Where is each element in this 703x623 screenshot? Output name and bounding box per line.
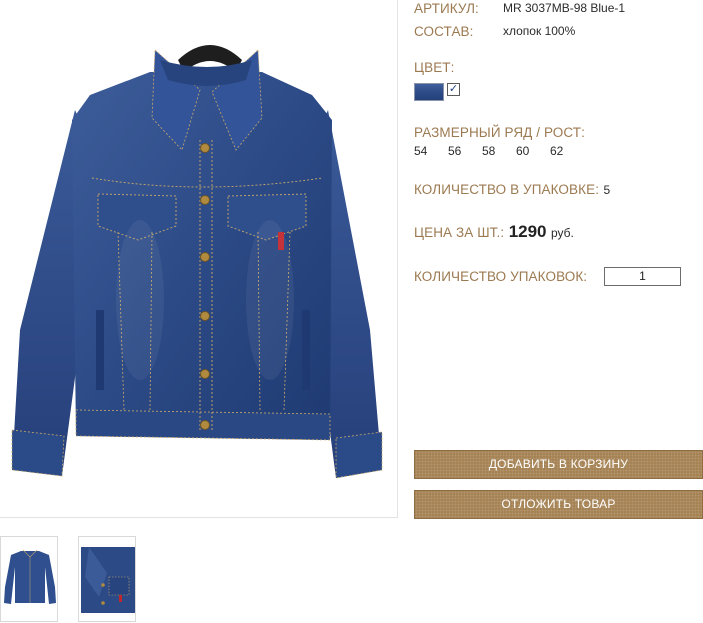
price-label: ЦЕНА ЗА ШТ.: <box>414 225 505 240</box>
price-currency: руб. <box>550 226 574 240</box>
size-item: 58 <box>482 144 496 158</box>
sizes-label-row: РАЗМЕРНЫЙ РЯД / РОСТ: <box>414 124 585 142</box>
add-to-cart-button[interactable]: ДОБАВИТЬ В КОРЗИНУ <box>414 450 703 479</box>
color-swatch-blue[interactable] <box>414 83 444 101</box>
sku-label: АРТИКУЛ: <box>414 1 479 16</box>
pack-qty-value: 5 <box>603 183 611 197</box>
color-label: ЦВЕТ: <box>414 60 455 75</box>
size-item: 62 <box>550 144 564 158</box>
thumbnail-detail[interactable] <box>78 536 136 622</box>
thumbnail-front[interactable] <box>0 536 58 622</box>
save-for-later-button[interactable]: ОТЛОЖИТЬ ТОВАР <box>414 490 703 519</box>
size-item: 54 <box>414 144 428 158</box>
packs-row: КОЛИЧЕСТВО УПАКОВОК: <box>414 268 587 286</box>
packs-label: КОЛИЧЕСТВО УПАКОВОК: <box>414 269 588 284</box>
price-row: ЦЕНА ЗА ШТ.: 1290 руб. <box>414 222 574 242</box>
color-checkbox[interactable]: ✓ <box>447 83 460 96</box>
pack-qty-label: КОЛИЧЕСТВО В УПАКОВКЕ: <box>414 182 600 197</box>
color-label-row: ЦВЕТ: <box>414 59 455 77</box>
sizes-list: 54 56 58 60 62 <box>414 144 563 158</box>
sku-row: АРТИКУЛ: MR 3037MB-98 Blue-1 <box>414 0 625 18</box>
jacket-detail-thumbnail-icon <box>81 547 135 613</box>
product-main-image[interactable] <box>0 0 398 518</box>
composition-label: СОСТАВ: <box>414 24 474 39</box>
sku-value: MR 3037MB-98 Blue-1 <box>503 1 626 15</box>
jacket-thumbnail-icon <box>4 549 56 604</box>
sizes-label: РАЗМЕРНЫЙ РЯД / РОСТ: <box>414 125 585 140</box>
packs-quantity-input[interactable]: 1 <box>604 267 681 286</box>
price-value: 1290 <box>508 222 547 241</box>
size-item: 56 <box>448 144 462 158</box>
pack-qty-row: КОЛИЧЕСТВО В УПАКОВКЕ: 5 <box>414 181 610 199</box>
composition-row: СОСТАВ: хлопок 100% <box>414 23 575 41</box>
composition-value: хлопок 100% <box>503 24 576 38</box>
denim-jacket-image <box>11 45 383 479</box>
size-item: 60 <box>516 144 530 158</box>
